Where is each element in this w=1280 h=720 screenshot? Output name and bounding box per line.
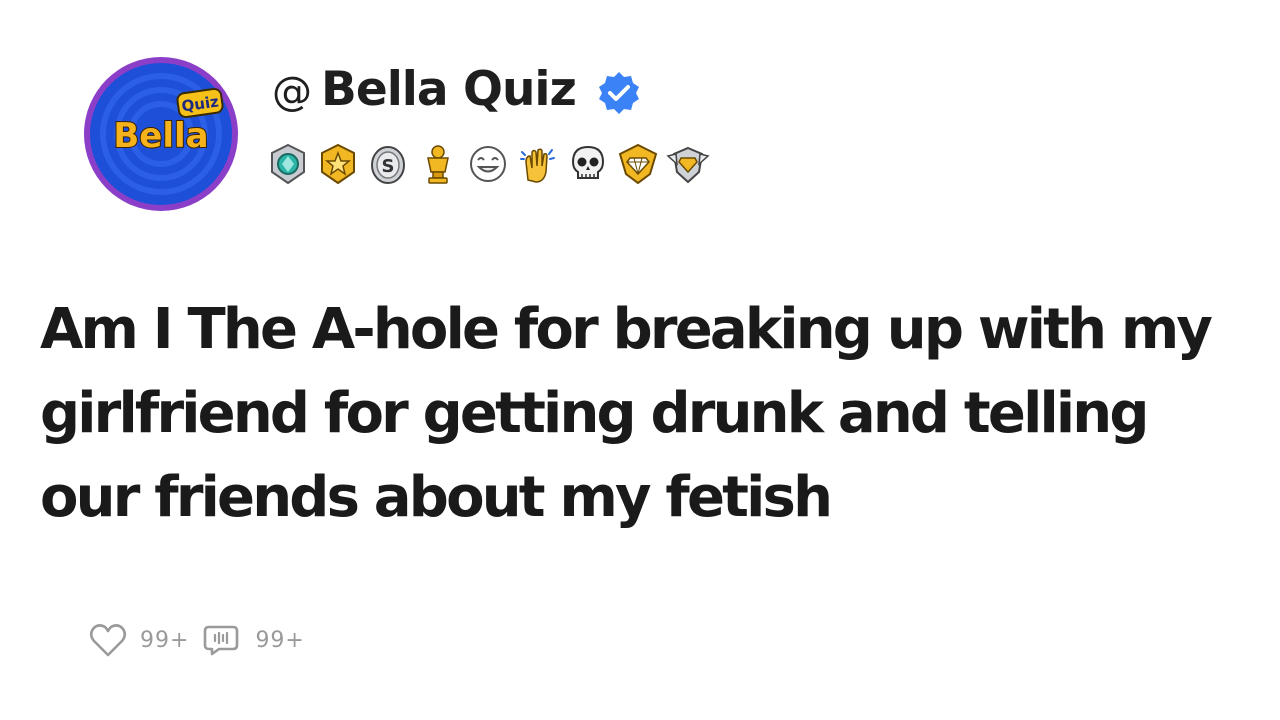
gold-trophy-icon (427, 145, 449, 184)
laughing-face-icon (470, 146, 506, 182)
likes-count: 99+ (140, 627, 190, 653)
comment-icon[interactable] (203, 620, 243, 660)
profile-handle[interactable]: @ Bella Quiz (272, 62, 577, 117)
profile-name: Bella Quiz (321, 62, 577, 117)
silver-s-coin-icon: S (371, 146, 405, 184)
silver-wing-shield-icon (666, 146, 710, 184)
gold-diamond-shield-icon (618, 143, 658, 185)
svg-text:S: S (382, 156, 395, 177)
teal-gem-medal-icon (271, 143, 305, 185)
skull-icon (571, 145, 605, 179)
avatar[interactable]: Quiz Bella (82, 55, 240, 213)
clapping-hands-icon (520, 148, 555, 183)
profile-header: @ Bella Quiz (272, 62, 642, 117)
comments-count: 99+ (255, 627, 305, 653)
badges-row: S (266, 142, 710, 186)
avatar-main-text: Bella (113, 116, 208, 156)
verified-check-icon (598, 71, 639, 114)
at-symbol: @ (272, 69, 312, 115)
gold-star-medal-icon (321, 143, 355, 185)
post-stats: 99+ 99+ (88, 620, 319, 660)
post-title: Am I The A-hole for breaking up with my … (40, 297, 1213, 530)
heart-icon[interactable] (88, 620, 128, 660)
